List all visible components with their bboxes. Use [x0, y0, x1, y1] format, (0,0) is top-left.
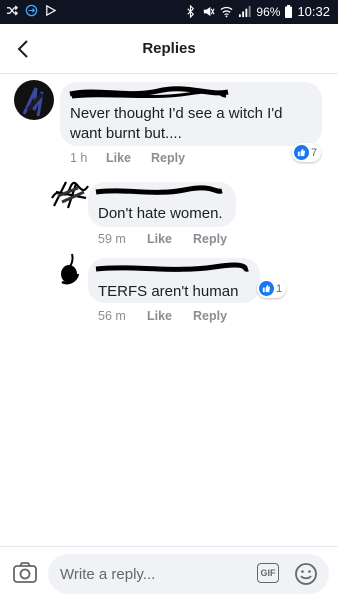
reaction-count-badge[interactable]: 1	[257, 279, 287, 298]
comment-meta: 56 m Like Reply	[98, 309, 227, 323]
comment-time: 59 m	[98, 232, 126, 246]
avatar-image	[22, 87, 44, 117]
reaction-count: 1	[276, 282, 283, 295]
comment-text: Never thought I'd see a witch I'd want b…	[70, 105, 283, 142]
like-button[interactable]: Like	[147, 309, 193, 323]
play-icon	[46, 4, 57, 17]
gif-button[interactable]: GIF	[257, 563, 279, 583]
redacted-name-scribble	[69, 86, 229, 99]
mute-icon	[204, 6, 215, 17]
emoji-button[interactable]	[294, 562, 318, 586]
camera-button[interactable]	[12, 561, 38, 585]
reply-input[interactable]	[60, 554, 250, 594]
like-reaction-icon	[259, 281, 274, 296]
comment-meta: 59 m Like Reply	[98, 232, 227, 246]
redacted-name-scribble	[95, 185, 223, 195]
battery-percent: 96%	[256, 4, 281, 19]
reaction-count: 7	[311, 146, 318, 159]
like-button[interactable]: Like	[147, 232, 193, 246]
comment-meta: 1 h Like Reply	[70, 151, 185, 165]
reply-button[interactable]: Reply	[193, 232, 227, 246]
header: Replies	[0, 24, 338, 74]
emoji-icon	[295, 563, 317, 585]
vpn-icon	[25, 4, 38, 17]
status-bar: 96% 10:32	[0, 0, 338, 24]
page-title: Replies	[142, 40, 196, 57]
signal-icon	[239, 5, 251, 18]
camera-icon	[13, 562, 37, 583]
comment-time: 1 h	[70, 151, 88, 165]
like-reaction-icon	[294, 145, 309, 160]
comment-text: Don't hate women.	[98, 205, 223, 222]
bluetooth-icon	[187, 5, 195, 18]
clock: 10:32	[297, 4, 330, 19]
avatar[interactable]	[50, 178, 90, 210]
wifi-icon	[220, 6, 233, 18]
battery-icon	[285, 5, 293, 18]
avatar[interactable]	[58, 252, 84, 286]
reply-button[interactable]: Reply	[151, 151, 185, 165]
comment-text: TERFS aren't human	[98, 283, 239, 300]
avatar[interactable]	[14, 80, 54, 120]
comment-time: 56 m	[98, 309, 126, 323]
like-button[interactable]: Like	[106, 151, 151, 165]
redacted-name-scribble	[95, 262, 249, 272]
reply-composer: GIF	[0, 546, 338, 600]
reaction-count-badge[interactable]: 7	[292, 143, 322, 162]
reply-input-container: GIF	[48, 554, 329, 594]
shuffle-icon	[6, 5, 18, 16]
reply-button[interactable]: Reply	[193, 309, 227, 323]
